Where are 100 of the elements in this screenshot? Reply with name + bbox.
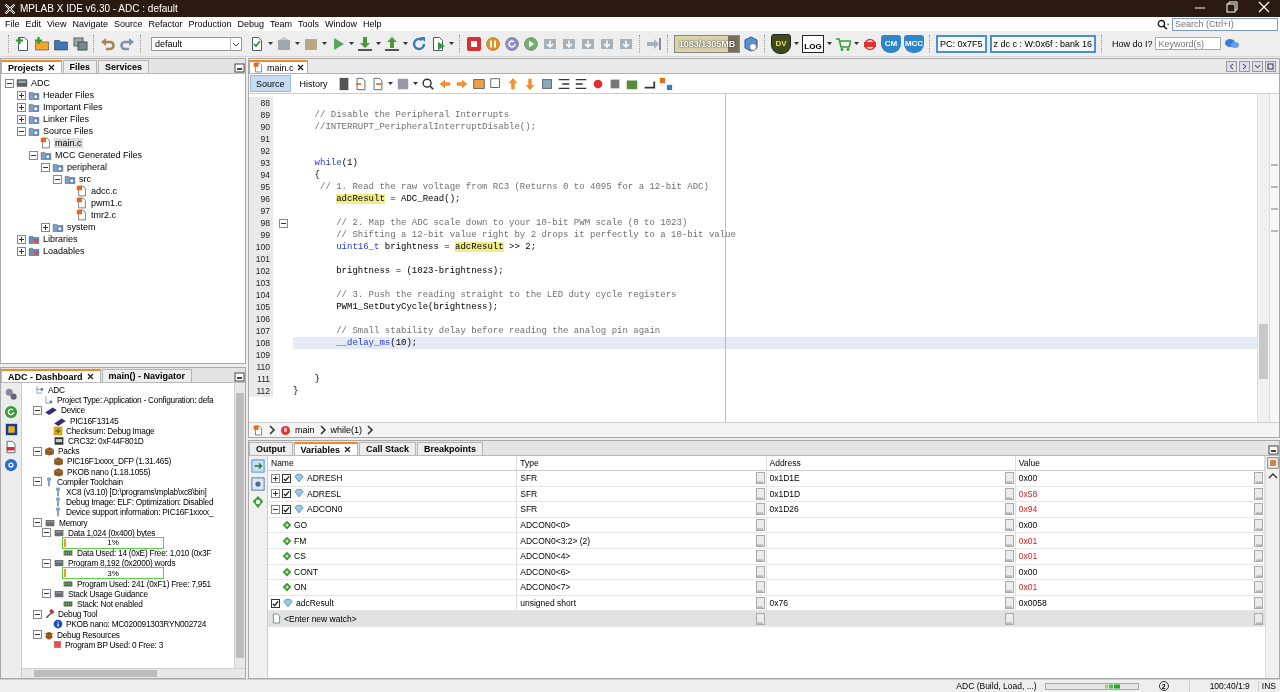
dropdown-caret-icon[interactable] — [387, 80, 393, 87]
dashboard-item[interactable]: Data 1,024 (0x400) bytes — [67, 527, 157, 538]
dashboard-item[interactable]: Debug Resources — [56, 629, 121, 640]
new-watch-icon[interactable] — [251, 459, 265, 473]
collapse-toggle-icon[interactable] — [42, 558, 51, 568]
tab[interactable]: Output — [249, 442, 293, 455]
tree-item[interactable]: adcc.c — [90, 186, 118, 196]
collapse-toggle-icon[interactable] — [33, 609, 42, 619]
pause-icon[interactable] — [485, 35, 501, 52]
tab[interactable]: Call Stack — [359, 442, 417, 455]
reset-icon[interactable] — [504, 35, 520, 52]
redo-icon[interactable] — [119, 35, 135, 52]
scroll-right-icon[interactable] — [1239, 61, 1250, 72]
collapse-toggle-icon[interactable] — [17, 126, 26, 136]
tab[interactable]: Files — [62, 60, 98, 73]
shift-left-icon[interactable] — [556, 76, 571, 91]
menu-item[interactable]: Tools — [295, 19, 323, 29]
menu-item[interactable]: Debug — [234, 19, 268, 29]
menu-item[interactable]: View — [44, 19, 70, 29]
new-project-icon[interactable] — [34, 35, 50, 52]
menu-item[interactable]: Edit — [22, 19, 45, 29]
dashboard-item[interactable]: PIC16F13145 — [69, 415, 120, 426]
dashboard-item[interactable]: Data Used: 14 (0xE) Free: 1,010 (0x3F — [76, 548, 213, 559]
diagram-icon[interactable] — [658, 76, 673, 91]
scrollbar[interactable] — [234, 383, 245, 668]
dashboard-item[interactable]: Device — [60, 405, 86, 416]
upload-icon[interactable] — [384, 35, 400, 52]
dropdown-caret-icon[interactable] — [827, 40, 832, 47]
checkbox[interactable] — [282, 489, 291, 499]
breadcrumb[interactable]: while(1) — [330, 425, 363, 435]
scrollbar[interactable] — [1257, 94, 1269, 422]
add-watch-icon[interactable] — [251, 495, 265, 509]
checkbox[interactable] — [282, 473, 291, 483]
expand-toggle-icon[interactable] — [17, 114, 26, 124]
dashboard-item[interactable]: Stack Usage Guidance — [67, 588, 149, 599]
dropdown-caret-icon[interactable] — [449, 40, 454, 47]
expand-toggle-icon[interactable] — [17, 246, 26, 256]
breadcrumb[interactable]: main — [295, 425, 315, 435]
tab[interactable]: ADC - Dashboard — [1, 369, 101, 382]
close-icon[interactable] — [344, 446, 352, 453]
expand-toggle-icon[interactable] — [17, 234, 26, 244]
minimize-panel-icon[interactable] — [234, 372, 245, 382]
minimize-panel-icon[interactable] — [1268, 445, 1279, 455]
checkbox[interactable] — [271, 598, 280, 608]
tree-item[interactable]: Important Files — [42, 102, 104, 112]
scrollbar[interactable] — [22, 668, 245, 678]
dropdown-caret-icon[interactable] — [349, 40, 354, 47]
stop-icon[interactable] — [466, 35, 482, 52]
log-button[interactable]: LOG — [802, 34, 824, 53]
menu-item[interactable]: Production — [185, 19, 235, 29]
shift-right-icon[interactable] — [573, 76, 588, 91]
dashboard-item[interactable]: ADC — [47, 385, 66, 396]
windows-icon[interactable] — [72, 35, 88, 52]
collapse-toggle-icon[interactable] — [5, 78, 14, 88]
file-tab[interactable]: main.c — [249, 60, 308, 73]
dashboard-item[interactable]: Program BP Used: 0 Free: 3 — [64, 639, 165, 650]
menu-item[interactable]: File — [2, 19, 23, 29]
maximize-icon[interactable] — [1265, 61, 1276, 72]
dashboard-item[interactable]: Program 8,192 (0x2000) words — [67, 558, 177, 569]
tab[interactable]: Services — [98, 60, 150, 73]
dashboard-item[interactable]: Compiler Toolchain — [56, 476, 124, 487]
dashboard-item[interactable]: Packs — [57, 446, 81, 457]
dashboard-item[interactable]: Checksum: Debug Image — [65, 425, 156, 436]
dashboard-item[interactable]: Project Type: Application - Configuration: defa — [56, 395, 215, 406]
dashboard-item[interactable]: Memory — [58, 517, 89, 528]
debug-run-icon[interactable] — [430, 35, 446, 52]
dropdown-caret-icon[interactable] — [854, 40, 859, 47]
dropdown-caret-icon[interactable] — [376, 40, 381, 47]
view-tab[interactable]: Source — [250, 75, 291, 92]
menu-item[interactable]: Refactor — [145, 19, 186, 29]
menu-item[interactable]: Team — [267, 19, 296, 29]
pdf-icon[interactable] — [4, 440, 18, 454]
keyword-field[interactable]: Keyword(s) — [1155, 37, 1222, 50]
dropdown-caret-icon[interactable] — [403, 40, 408, 47]
collapse-toggle-icon[interactable] — [33, 630, 42, 640]
collapse-toggle-icon[interactable] — [271, 505, 280, 514]
gears-icon[interactable] — [4, 387, 18, 401]
tree-item[interactable]: system — [66, 222, 97, 232]
dropdown-caret-icon[interactable] — [295, 40, 300, 47]
refresh-icon[interactable] — [4, 405, 18, 419]
close-icon[interactable] — [296, 64, 304, 71]
minimize-panel-icon[interactable] — [234, 63, 245, 73]
close-icon[interactable] — [86, 373, 94, 380]
column-header[interactable]: Name — [268, 456, 518, 470]
tab[interactable]: Projects — [1, 60, 62, 73]
configuration-dropdown[interactable]: default — [151, 36, 242, 51]
collapse-toggle-icon[interactable] — [42, 589, 51, 599]
continue-icon[interactable] — [523, 35, 539, 52]
dropdown-caret-icon[interactable] — [268, 40, 273, 47]
collapse-toggle-icon[interactable] — [53, 174, 62, 184]
chip-icon[interactable] — [4, 423, 18, 436]
expand-toggle-icon[interactable] — [41, 222, 50, 232]
step-out-icon[interactable] — [646, 35, 662, 52]
expand-toggle-icon[interactable] — [271, 473, 280, 483]
source-check-icon[interactable] — [249, 35, 265, 52]
dropdown-caret-icon[interactable] — [412, 80, 418, 87]
menu-item[interactable]: Source — [110, 19, 146, 29]
tree-item[interactable]: tmr2.c — [90, 210, 117, 220]
collapse-toggle-icon[interactable] — [33, 518, 42, 528]
expand-toggle-icon[interactable] — [271, 489, 280, 499]
